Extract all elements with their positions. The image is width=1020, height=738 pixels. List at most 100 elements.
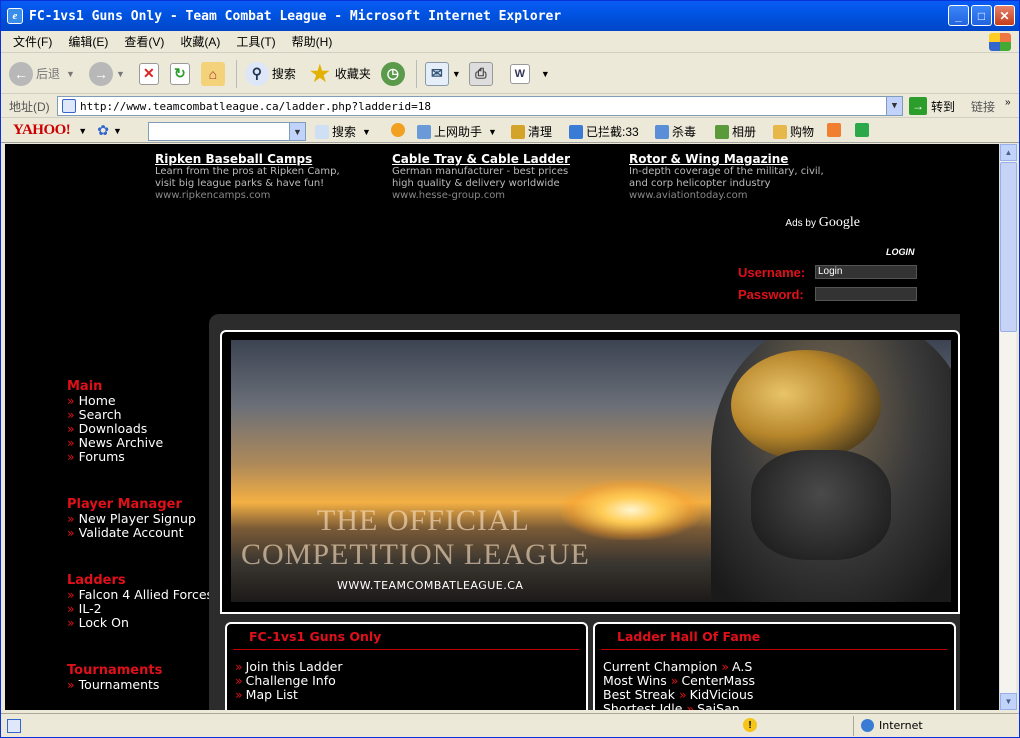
history-button[interactable]: ◷ bbox=[380, 61, 408, 86]
sidebar-item-tournaments[interactable]: » Tournaments bbox=[67, 678, 162, 692]
go-arrow-icon: → bbox=[909, 97, 927, 115]
title-bar[interactable]: e FC-1vs1 Guns Only - Team Combat League… bbox=[1, 1, 1019, 31]
address-dropdown-icon[interactable]: ▼ bbox=[886, 97, 902, 115]
page-icon bbox=[62, 99, 76, 113]
yahoo-toolbar: YAHOO! ▼ ✿ ▼ ▼ 搜索 ▼ 上网助手 ▼ 清理 已拦截:33 杀毒 相册… bbox=[1, 119, 1019, 143]
helper-button[interactable]: 上网助手 ▼ bbox=[417, 123, 497, 140]
forward-button[interactable]: → ▼ bbox=[88, 61, 125, 86]
flower-icon[interactable]: ✿ bbox=[97, 122, 109, 139]
go-label: 转到 bbox=[931, 99, 956, 114]
map-list-link[interactable]: » Map List bbox=[235, 687, 298, 702]
browser-window: e FC-1vs1 Guns Only - Team Combat League… bbox=[0, 0, 1020, 738]
clean-button[interactable]: 清理 bbox=[511, 123, 552, 140]
ad-item[interactable]: Ripken Baseball Camps Learn from the pro… bbox=[155, 152, 385, 201]
yahoo-search-button[interactable]: 搜索 ▼ bbox=[315, 123, 371, 140]
print-button[interactable]: ⎙ bbox=[468, 61, 496, 86]
window-title: FC-1vs1 Guns Only - Team Combat League -… bbox=[29, 8, 562, 24]
scroll-down-icon[interactable]: ▼ bbox=[1000, 693, 1017, 710]
sun-glow bbox=[561, 480, 701, 540]
album-button[interactable]: 相册 bbox=[715, 123, 756, 140]
password-label: Password: bbox=[738, 287, 804, 302]
stop-button[interactable]: ✕ bbox=[138, 62, 162, 85]
sidebar-item-new-player-signup[interactable]: » New Player Signup bbox=[67, 512, 196, 526]
ad-item[interactable]: Cable Tray & Cable Ladder German manufac… bbox=[392, 152, 622, 201]
printer-icon: ⎙ bbox=[468, 61, 493, 86]
scroll-up-icon[interactable]: ▲ bbox=[1000, 144, 1017, 161]
windows-logo-icon bbox=[989, 33, 1011, 51]
sidebar-item-search[interactable]: » Search bbox=[67, 408, 163, 422]
yahoo-search-dropdown-icon[interactable]: ▼ bbox=[289, 123, 305, 140]
hof-player-link[interactable]: KidVicious bbox=[690, 687, 754, 702]
mail-button[interactable]: ✉ ▼ bbox=[424, 61, 461, 86]
sidebar-ladders: Ladders » Falcon 4 Allied Forces » IL-2 » L… bbox=[67, 574, 213, 630]
page-status-icon bbox=[7, 718, 21, 733]
stop-icon: ✕ bbox=[138, 62, 159, 85]
favorites-button[interactable]: ★ 收藏夹 bbox=[308, 61, 371, 86]
ad-bar: Ripken Baseball Camps Learn from the pro… bbox=[138, 144, 866, 234]
hof-row: Shortest Idle » SaiSan bbox=[603, 701, 740, 710]
ladder-panel-heading: FC-1vs1 Guns Only bbox=[249, 629, 382, 644]
sidebar-item-forums[interactable]: » Forums bbox=[67, 450, 163, 464]
hof-row: Best Streak » KidVicious bbox=[603, 687, 754, 702]
sidebar-item-lock-on[interactable]: » Lock On bbox=[67, 616, 213, 630]
page-viewport: Ripken Baseball Camps Learn from the pro… bbox=[5, 144, 999, 710]
menu-view[interactable]: 查看(V) bbox=[124, 33, 164, 50]
history-icon: ◷ bbox=[380, 61, 405, 86]
headset-icon[interactable] bbox=[855, 123, 872, 137]
password-field[interactable] bbox=[815, 287, 917, 301]
home-icon: ⌂ bbox=[200, 61, 225, 86]
antivirus-button[interactable]: 杀毒 bbox=[655, 123, 696, 140]
yahoo-menu-arrow-icon[interactable]: ▼ bbox=[78, 126, 87, 136]
refresh-button[interactable]: ↻ bbox=[169, 62, 193, 85]
username-field[interactable]: Login bbox=[815, 265, 917, 279]
shopping-button[interactable]: 购物 bbox=[773, 123, 814, 140]
sidebar-item-news-archive[interactable]: » News Archive bbox=[67, 436, 163, 450]
hof-player-link[interactable]: A.S bbox=[732, 659, 752, 674]
sidebar-heading: Tournaments bbox=[67, 663, 163, 678]
banner-image: THE OFFICIAL COMPETITION LEAGUE WWW.TEAM… bbox=[231, 340, 951, 602]
maximize-button[interactable]: □ bbox=[971, 5, 992, 26]
menu-file[interactable]: 文件(F) bbox=[13, 33, 52, 50]
sidebar-item-falcon4[interactable]: » Falcon 4 Allied Forces bbox=[67, 588, 213, 602]
edit-button[interactable]: W ▼ bbox=[509, 63, 550, 84]
menu-favorites[interactable]: 收藏(A) bbox=[180, 33, 220, 50]
helper-icon bbox=[417, 124, 431, 139]
blocked-button[interactable]: 已拦截:33 bbox=[569, 123, 639, 140]
menu-tools[interactable]: 工具(T) bbox=[236, 33, 275, 50]
address-input[interactable]: http://www.teamcombatleague.ca/ladder.ph… bbox=[57, 96, 903, 116]
rss-icon[interactable] bbox=[827, 123, 844, 137]
home-button[interactable]: ⌂ bbox=[200, 61, 228, 86]
address-url: http://www.teamcombatleague.ca/ladder.ph… bbox=[80, 99, 431, 113]
menu-edit[interactable]: 编辑(E) bbox=[68, 33, 108, 50]
sidebar-item-il2[interactable]: » IL-2 bbox=[67, 602, 213, 616]
hof-player-link[interactable]: CenterMass bbox=[681, 673, 755, 688]
sidebar-item-downloads[interactable]: » Downloads bbox=[67, 422, 163, 436]
close-button[interactable]: ✕ bbox=[994, 5, 1015, 26]
join-ladder-link[interactable]: » Join this Ladder bbox=[235, 659, 342, 674]
scroll-thumb[interactable] bbox=[1000, 162, 1017, 332]
sidebar-item-home[interactable]: » Home bbox=[67, 394, 163, 408]
sidebar-tournaments: Tournaments » Tournaments bbox=[67, 664, 162, 692]
sidebar-item-validate-account[interactable]: » Validate Account bbox=[67, 526, 196, 540]
warning-icon[interactable]: ! bbox=[743, 718, 757, 732]
banner-url: WWW.TEAMCOMBATLEAGUE.CA bbox=[337, 579, 524, 592]
links-button[interactable]: 链接 bbox=[971, 98, 995, 115]
minimize-button[interactable]: _ bbox=[948, 5, 969, 26]
yahoo-logo[interactable]: YAHOO! bbox=[13, 122, 71, 139]
sidebar-main: Main » Home » Search » Downloads » News Arch… bbox=[67, 380, 163, 464]
back-button[interactable]: ← 后退 ▼ bbox=[9, 61, 75, 86]
ads-by-google[interactable]: Ads by Google bbox=[785, 215, 860, 231]
magnifier-icon: ⚲ bbox=[244, 61, 269, 86]
login-heading: LOGIN bbox=[886, 247, 915, 257]
yahoo-search-input[interactable]: ▼ bbox=[148, 122, 306, 141]
go-button[interactable]: → 转到 bbox=[909, 97, 955, 115]
popup-icon[interactable] bbox=[391, 123, 408, 137]
sidebar-heading: Main bbox=[67, 379, 103, 394]
ad-item[interactable]: Rotor & Wing Magazine In-depth coverage … bbox=[629, 152, 859, 201]
challenge-info-link[interactable]: » Challenge Info bbox=[235, 673, 336, 688]
search-button[interactable]: ⚲ 搜索 bbox=[244, 61, 296, 86]
vertical-scrollbar[interactable]: ▲ ▼ bbox=[999, 144, 1017, 710]
menu-help[interactable]: 帮助(H) bbox=[292, 33, 333, 50]
refresh-icon: ↻ bbox=[169, 62, 190, 85]
hof-player-link[interactable]: SaiSan bbox=[697, 701, 740, 710]
